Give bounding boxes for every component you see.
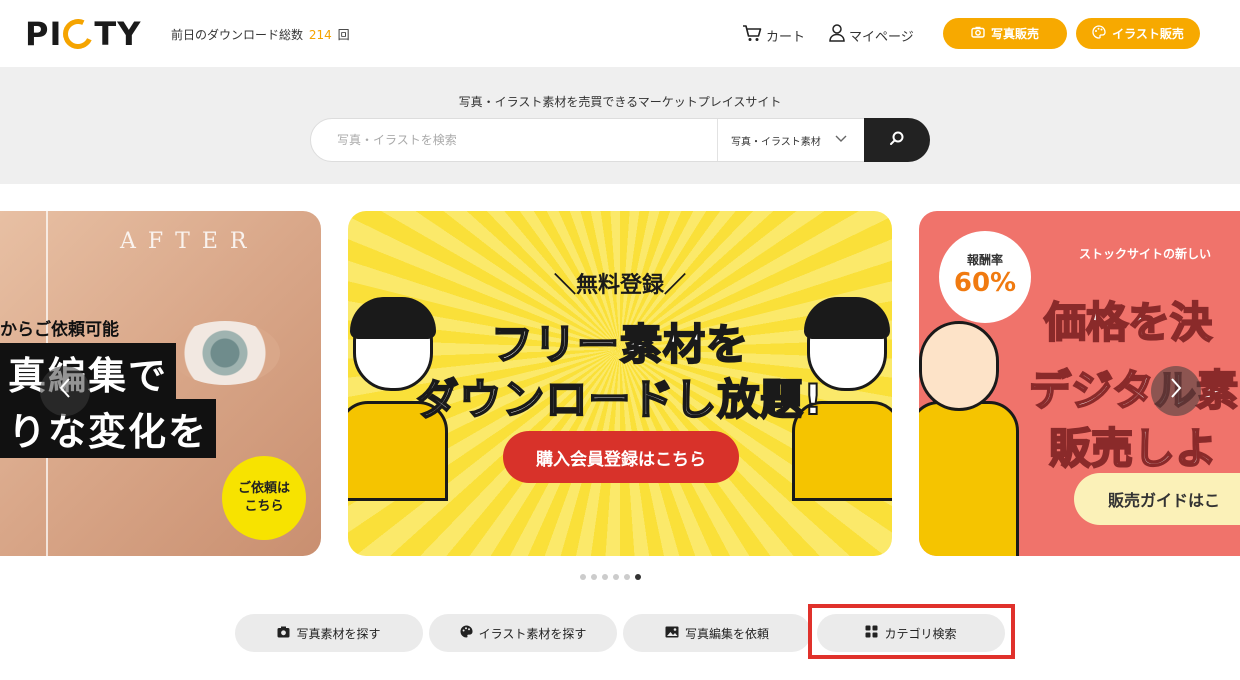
carousel-dot-active[interactable] (635, 574, 641, 580)
banner-tag-text: ストックサイトの新しい (1079, 247, 1212, 261)
carousel-dots (580, 574, 641, 580)
banner-line-3: 販売しよ (1048, 423, 1218, 474)
reward-rate-bubble: 報酬率 60% (939, 231, 1031, 323)
find-photo-button[interactable]: 写真素材を探す (235, 614, 423, 652)
request-edit-button[interactable]: 写真編集を依頼 (623, 614, 811, 652)
camera-icon (277, 626, 290, 641)
search-section: 写真・イラスト素材を売買できるマーケットプレイスサイト 写真・イラスト素材 (0, 67, 1240, 184)
carousel-dot[interactable] (602, 574, 608, 580)
site-tagline: 写真・イラスト素材を売買できるマーケットプレイスサイト (458, 95, 782, 109)
reward-rate-value: 60% (953, 268, 1017, 298)
request-line-2: こちら (244, 499, 284, 514)
site-logo[interactable]: PI TY (25, 14, 141, 54)
find-illust-button[interactable]: イラスト素材を探す (429, 614, 617, 652)
chevron-down-icon (835, 135, 847, 146)
download-prefix: 前日のダウンロード総数 (171, 28, 304, 42)
carousel-dot[interactable] (580, 574, 586, 580)
banner-line-1: 価格を決 (1043, 297, 1213, 348)
eye-image (170, 321, 280, 385)
find-illust-label: イラスト素材を探す (478, 626, 587, 641)
banner-headline-2: ダウンロードし放題! (415, 374, 824, 425)
cart-link[interactable]: カート (742, 24, 805, 46)
search-divider (717, 119, 718, 161)
carousel-next-button[interactable] (1151, 366, 1201, 416)
download-suffix: 回 (337, 28, 350, 42)
image-icon (665, 626, 679, 641)
sell-guide-button[interactable]: 販売ガイドはこ (1074, 473, 1240, 525)
sell-illust-button[interactable]: イラスト販売 (1076, 18, 1200, 49)
arrow-left-icon (58, 376, 72, 406)
banner-line-2: デジタル素 (1028, 365, 1239, 416)
user-icon (829, 24, 845, 46)
reward-rate-label: 報酬率 (966, 253, 1003, 267)
cart-icon (742, 24, 762, 46)
search-button[interactable] (864, 118, 930, 162)
download-count-value: 214 (308, 28, 332, 42)
banner-line-2: りな変化を (0, 399, 217, 458)
carousel-prev-button[interactable] (40, 366, 90, 416)
banner-kicker: ＼無料登録／ (553, 273, 686, 298)
person-illustration-seller (919, 321, 1019, 556)
banner-headline-1: フリー素材を (490, 319, 749, 370)
request-badge[interactable]: ご依頼は こちら (222, 456, 306, 540)
search-category-select[interactable]: 写真・イラスト素材 (731, 119, 861, 161)
download-count-text: 前日のダウンロード総数 214 回 (171, 26, 350, 43)
site-header: PI TY 前日のダウンロード総数 214 回 カート マイページ 写真販売 イラ… (0, 0, 1240, 67)
carousel-dot[interactable] (613, 574, 619, 580)
find-photo-label: 写真素材を探す (296, 626, 381, 641)
banner-after-text: AFTER (120, 229, 259, 254)
search-input[interactable] (337, 119, 707, 161)
cart-label: カート (766, 29, 806, 45)
category-search-button[interactable]: カテゴリ検索 (817, 614, 1005, 652)
banner-sub-text: からご依頼可能 (0, 320, 119, 340)
grid-icon (865, 625, 878, 641)
camera-icon (971, 26, 985, 41)
mypage-label: マイページ (849, 29, 914, 45)
banner-slide-free-register[interactable]: ＼無料登録／ フリー素材を ダウンロードし放題! 購入会員登録はこちら (348, 211, 892, 556)
category-search-label: カテゴリ検索 (884, 626, 957, 641)
request-edit-label: 写真編集を依頼 (684, 626, 769, 641)
search-icon (889, 130, 905, 150)
palette-icon (460, 625, 473, 641)
carousel-dot[interactable] (624, 574, 630, 580)
carousel-dot[interactable] (591, 574, 597, 580)
mypage-link[interactable]: マイページ (829, 24, 914, 46)
arrow-right-icon (1169, 376, 1183, 406)
sell-photo-button[interactable]: 写真販売 (943, 18, 1067, 49)
register-cta-button[interactable]: 購入会員登録はこちら (503, 431, 739, 483)
search-bar: 写真・イラスト素材 (310, 118, 930, 162)
sell-illust-label: イラスト販売 (1112, 27, 1184, 41)
palette-icon (1092, 25, 1106, 42)
search-category-value: 写真・イラスト素材 (731, 136, 821, 148)
request-line-1: ご依頼は (237, 480, 290, 496)
sell-photo-label: 写真販売 (990, 27, 1039, 41)
banner-carousel: AFTER からご依頼可能 真編集で りな変化を ご依頼は こちら ＼無料登録／… (0, 211, 1240, 556)
